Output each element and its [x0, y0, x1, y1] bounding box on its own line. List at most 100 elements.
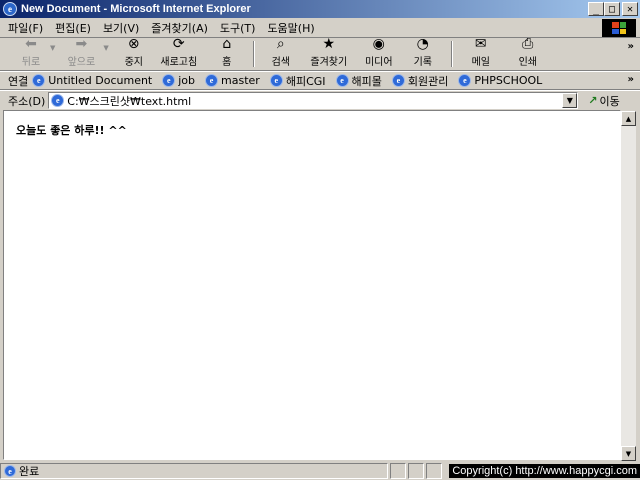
scroll-down-icon[interactable]: ▼ — [621, 446, 636, 461]
windows-logo — [602, 19, 636, 37]
maximize-button[interactable]: □ — [604, 2, 620, 16]
search-button[interactable]: ⌕ 검색 — [261, 36, 301, 70]
address-value: C:₩스크린샷₩text.html — [67, 94, 192, 108]
link-item[interactable]: e job — [162, 74, 195, 87]
home-icon: ⌂ — [222, 36, 232, 52]
home-label: 홈 — [222, 57, 232, 68]
address-label: 주소(D) — [8, 94, 46, 108]
links-label: 연결 — [8, 74, 29, 88]
back-label: 뒤로 — [21, 57, 41, 68]
page-content: 오늘도 좋은 하루!! ^^ — [3, 110, 621, 460]
link-item[interactable]: e 해피몰 — [335, 73, 382, 89]
link-label: PHPSCHOOL — [474, 74, 543, 87]
menu-tools[interactable]: 도구(T) — [214, 20, 262, 36]
toolbar-separator — [450, 41, 453, 67]
media-icon: ◉ — [372, 36, 385, 52]
address-input[interactable]: e C:₩스크린샷₩text.html ▼ — [48, 92, 579, 109]
minimize-button[interactable]: _ — [588, 2, 604, 16]
window-title: New Document - Microsoft Internet Explor… — [21, 3, 251, 15]
scroll-up-icon[interactable]: ▲ — [621, 111, 636, 126]
mail-icon: ✉ — [474, 36, 487, 52]
menu-file[interactable]: 파일(F) — [0, 20, 49, 36]
stop-icon: ⊗ — [127, 36, 140, 52]
ie-page-icon: e — [32, 74, 46, 87]
link-label: 해피CGI — [285, 74, 326, 88]
toolbar-chevron-icon[interactable]: » — [628, 41, 634, 52]
stop-button[interactable]: ⊗ 중지 — [117, 36, 151, 70]
go-arrow-icon: ↗ — [588, 94, 598, 107]
ie-page-icon: e — [51, 94, 65, 107]
forward-button[interactable]: ➡ 앞으로 — [61, 36, 101, 70]
stop-label: 중지 — [124, 57, 143, 68]
ie-page-icon: e — [4, 465, 16, 477]
ie-page-icon: e — [335, 74, 349, 87]
history-button[interactable]: ◔ 기록 — [401, 36, 445, 70]
forward-dropdown-icon[interactable]: ▼ — [103, 44, 108, 52]
ie-page-icon: e — [458, 74, 472, 87]
forward-arrow-icon: ➡ — [75, 36, 88, 52]
status-pane — [426, 463, 442, 479]
links-chevron-icon[interactable]: » — [628, 74, 634, 85]
link-label: 회원관리 — [407, 74, 449, 88]
ie-page-icon: e — [269, 74, 283, 87]
status-pane — [390, 463, 406, 479]
back-dropdown-icon[interactable]: ▼ — [50, 44, 55, 52]
status-bar: e 완료 Copyright(c) http://www.happycgi.co… — [0, 462, 640, 480]
media-button[interactable]: ◉ 미디어 — [357, 36, 401, 70]
refresh-icon: ⟳ — [172, 36, 185, 52]
favorites-button[interactable]: ★ 즐겨찾기 — [301, 36, 357, 70]
status-pane — [408, 463, 424, 479]
refresh-button[interactable]: ⟳ 새로고침 — [151, 36, 207, 70]
ie-page-icon: e — [205, 74, 219, 87]
ie-page-icon: e — [162, 74, 176, 87]
menu-bar: 파일(F) 편집(E) 보기(V) 즐겨찾기(A) 도구(T) 도움말(H) — [0, 18, 640, 38]
go-label: 이동 — [599, 94, 620, 108]
status-text: 완료 — [19, 465, 40, 478]
ie-page-icon: e — [391, 74, 405, 87]
page-text: 오늘도 좋은 하루!! ^^ — [16, 124, 127, 137]
history-label: 기록 — [413, 57, 432, 68]
home-button[interactable]: ⌂ 홈 — [207, 36, 247, 70]
address-bar: 주소(D) e C:₩스크린샷₩text.html ▼ ↗ 이동 — [0, 90, 640, 110]
link-item[interactable]: e 회원관리 — [391, 73, 449, 89]
link-label: job — [178, 74, 196, 87]
printer-icon: ⎙ — [522, 36, 534, 52]
favorites-label: 즐겨찾기 — [310, 57, 348, 68]
menu-favorites[interactable]: 즐겨찾기(A) — [145, 20, 214, 36]
link-label: 해피몰 — [351, 74, 382, 88]
forward-label: 앞으로 — [67, 57, 96, 68]
history-icon: ◔ — [416, 36, 429, 52]
close-button[interactable]: ✕ — [622, 2, 638, 16]
browser-window: e New Document - Microsoft Internet Expl… — [0, 0, 640, 480]
vertical-scrollbar[interactable]: ▲ ▼ — [621, 111, 636, 461]
refresh-label: 새로고침 — [160, 57, 198, 68]
status-main-pane: e 완료 — [0, 463, 388, 479]
copyright-overlay: Copyright(c) http://www.happycgi.com — [449, 464, 640, 478]
links-bar: 연결 e Untitled Document e job e master e 해피CG… — [0, 71, 640, 90]
back-arrow-icon: ⬅ — [25, 36, 37, 52]
menu-help[interactable]: 도움말(H) — [261, 20, 320, 36]
go-button[interactable]: ↗ 이동 — [588, 93, 619, 109]
mail-label: 메일 — [471, 57, 490, 68]
link-item[interactable]: e Untitled Document — [32, 74, 152, 87]
search-label: 검색 — [271, 57, 290, 68]
menu-edit[interactable]: 편집(E) — [49, 20, 97, 36]
link-item[interactable]: e PHPSCHOOL — [458, 74, 542, 87]
print-label: 인쇄 — [518, 57, 537, 68]
address-dropdown-icon[interactable]: ▼ — [562, 93, 578, 108]
link-label: master — [221, 74, 260, 87]
print-button[interactable]: ⎙ 인쇄 — [503, 36, 553, 70]
link-item[interactable]: e 해피CGI — [269, 73, 326, 89]
toolbar-separator — [252, 41, 255, 67]
title-bar: e New Document - Microsoft Internet Expl… — [0, 0, 640, 18]
link-item[interactable]: e master — [205, 74, 260, 87]
mail-button[interactable]: ✉ 메일 — [459, 36, 503, 70]
ie-logo-icon: e — [3, 2, 17, 16]
standard-toolbar: ⬅ 뒤로 ▼ ➡ 앞으로 ▼ ⊗ 중지 ⟳ 새로고침 ⌂ 홈 ⌕ 검색 ★ 즐겨… — [0, 36, 640, 71]
link-label: Untitled Document — [48, 74, 153, 87]
back-button[interactable]: ⬅ 뒤로 — [14, 36, 48, 70]
menu-view[interactable]: 보기(V) — [97, 20, 145, 36]
favorites-folder-icon: ★ — [322, 36, 336, 52]
windows-flag-icon — [612, 22, 626, 34]
window-controls: _ □ ✕ — [588, 2, 638, 16]
